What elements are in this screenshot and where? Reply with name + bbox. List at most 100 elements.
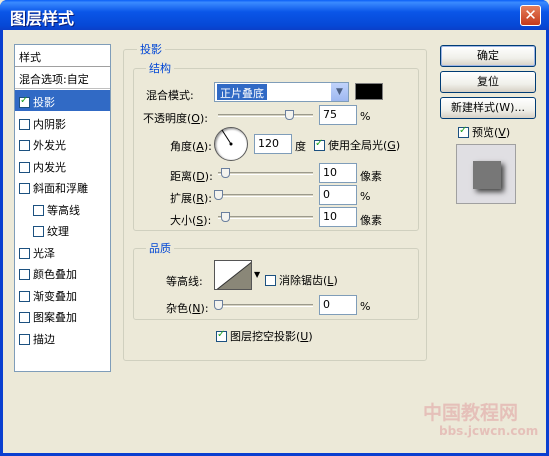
blend-mode-label: 混合模式: — [146, 89, 194, 102]
style-item[interactable]: 描边 — [15, 327, 110, 348]
size-unit: 像素 — [360, 214, 382, 227]
blend-options-item[interactable]: 混合选项:自定 — [15, 67, 110, 89]
style-item[interactable]: 光泽 — [15, 241, 110, 262]
spread-unit: % — [360, 190, 371, 203]
style-item-check-icon[interactable] — [19, 183, 30, 194]
spread-input[interactable]: 0 — [319, 185, 357, 205]
antialias-checkbox[interactable]: 消除锯齿(L) — [265, 272, 338, 288]
styles-list: 样式 混合选项:自定 投影内阴影外发光内发光斜面和浮雕等高线纹理光泽颜色叠加渐变… — [14, 44, 111, 372]
styles-list-header[interactable]: 样式 — [15, 45, 110, 67]
style-item[interactable]: 颜色叠加 — [15, 262, 110, 283]
ok-button[interactable]: 确定 — [440, 45, 536, 67]
size-label: 大小(S): — [170, 214, 212, 227]
close-button[interactable]: ✕ — [520, 5, 541, 26]
size-slider-track[interactable] — [218, 216, 313, 219]
style-item-check-icon[interactable] — [19, 140, 30, 151]
quality-title: 品质 — [146, 240, 174, 256]
style-item[interactable]: 投影 — [15, 90, 110, 111]
angle-unit: 度 — [295, 140, 306, 153]
angle-dial[interactable] — [214, 127, 248, 161]
style-item-check-icon[interactable] — [19, 312, 30, 323]
style-item-check-icon[interactable] — [19, 247, 30, 259]
chevron-down-icon[interactable]: ▼ — [330, 83, 348, 101]
style-item[interactable]: 内发光 — [15, 155, 110, 176]
window-title: 图层样式 — [10, 9, 75, 28]
style-item-label: 描边 — [33, 332, 55, 346]
knockout-check-icon[interactable] — [216, 329, 227, 342]
distance-slider-track[interactable] — [218, 172, 313, 175]
blend-mode-select[interactable]: 正片叠底 ▼ — [214, 82, 349, 102]
distance-slider-thumb[interactable] — [221, 168, 230, 178]
style-item-label: 图案叠加 — [33, 311, 77, 324]
preview-thumbnail — [456, 144, 516, 204]
style-item-label: 内发光 — [33, 160, 66, 174]
style-item-label: 投影 — [33, 96, 55, 109]
angle-dial-needle-icon — [221, 129, 233, 146]
style-item[interactable]: 纹理 — [15, 219, 110, 240]
noise-input[interactable]: 0 — [319, 295, 357, 315]
blend-mode-value: 正片叠底 — [217, 84, 267, 100]
style-item-check-icon[interactable] — [19, 269, 30, 280]
style-item-label: 渐变叠加 — [33, 289, 77, 303]
dialog-body: 样式 混合选项:自定 投影内阴影外发光内发光斜面和浮雕等高线纹理光泽颜色叠加渐变… — [3, 30, 546, 453]
style-item-label: 纹理 — [47, 225, 69, 238]
new-style-button[interactable]: 新建样式(W)... — [440, 97, 536, 119]
style-item-label: 光泽 — [33, 246, 55, 260]
style-item-check-icon[interactable] — [33, 226, 44, 237]
style-item-label: 内阴影 — [33, 117, 66, 131]
style-item-check-icon[interactable] — [19, 290, 30, 302]
drop-shadow-title: 投影 — [137, 41, 165, 57]
preview-shape — [473, 161, 501, 189]
style-item-check-icon[interactable] — [19, 95, 30, 108]
watermark-logo: 中国教程网 — [423, 402, 519, 424]
style-item-label: 等高线 — [47, 203, 80, 217]
angle-label: 角度(A): — [170, 140, 212, 153]
style-item[interactable]: 外发光 — [15, 133, 110, 154]
size-slider-thumb[interactable] — [221, 212, 230, 222]
style-item-check-icon[interactable] — [19, 118, 30, 130]
watermark-url: bbs.jcwcn.com — [439, 424, 539, 438]
structure-title: 结构 — [146, 60, 174, 76]
opacity-slider-track[interactable] — [218, 114, 313, 117]
spread-label: 扩展(R): — [170, 192, 212, 205]
style-item[interactable]: 斜面和浮雕 — [15, 176, 110, 197]
preview-check-icon[interactable] — [458, 125, 469, 138]
layer-style-window: 图层样式 ✕ 样式 混合选项:自定 投影内阴影外发光内发光斜面和浮雕等高线纹理光… — [0, 0, 549, 456]
contour-curve-icon — [216, 261, 251, 289]
distance-label: 距离(D): — [170, 170, 213, 183]
style-item-check-icon[interactable] — [33, 204, 44, 216]
spread-slider-track[interactable] — [218, 194, 313, 197]
contour-label: 等高线: — [166, 275, 203, 288]
style-item[interactable]: 渐变叠加 — [15, 284, 110, 305]
distance-input[interactable]: 10 — [319, 163, 357, 183]
style-item-label: 斜面和浮雕 — [33, 182, 88, 195]
global-light-checkbox[interactable]: 使用全局光(G) — [314, 137, 400, 153]
noise-slider-thumb[interactable] — [214, 300, 223, 310]
style-item-check-icon[interactable] — [19, 161, 30, 173]
size-input[interactable]: 10 — [319, 207, 357, 227]
knockout-checkbox[interactable]: 图层挖空投影(U) — [216, 328, 313, 344]
noise-unit: % — [360, 300, 371, 313]
style-item-check-icon[interactable] — [19, 333, 30, 345]
opacity-label: 不透明度(O): — [143, 112, 208, 125]
style-item[interactable]: 图案叠加 — [15, 305, 110, 326]
style-item-label: 外发光 — [33, 139, 66, 152]
distance-unit: 像素 — [360, 170, 382, 183]
style-item-label: 颜色叠加 — [33, 268, 77, 281]
preview-checkbox[interactable]: 预览(V) — [458, 124, 510, 140]
title-bar[interactable]: 图层样式 ✕ — [0, 0, 549, 30]
opacity-input[interactable]: 75 — [319, 105, 357, 125]
style-item[interactable]: 内阴影 — [15, 112, 110, 133]
contour-dropdown-icon[interactable]: ▼ — [254, 270, 260, 279]
reset-button[interactable]: 复位 — [440, 71, 536, 93]
contour-picker[interactable] — [214, 260, 252, 290]
global-light-check-icon[interactable] — [314, 138, 325, 151]
noise-label: 杂色(N): — [166, 302, 209, 315]
antialias-check-icon[interactable] — [265, 275, 276, 286]
spread-slider-thumb[interactable] — [214, 190, 223, 200]
opacity-slider-thumb[interactable] — [285, 110, 294, 120]
angle-input[interactable]: 120 — [254, 134, 292, 154]
shadow-color-swatch[interactable] — [355, 83, 383, 100]
noise-slider-track[interactable] — [218, 304, 313, 307]
style-item[interactable]: 等高线 — [15, 198, 110, 219]
